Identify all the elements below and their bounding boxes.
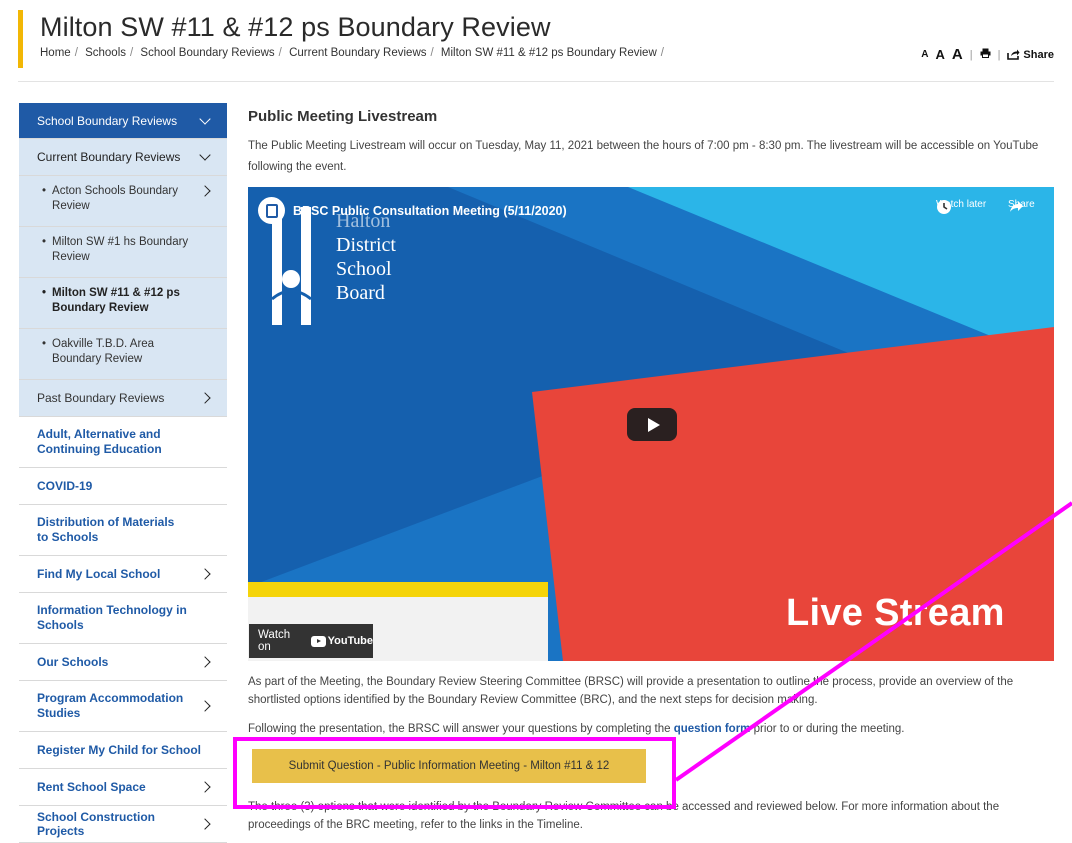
sidebar-item-label: Rent School Space bbox=[37, 780, 146, 794]
sidebar-item-adult-education[interactable]: Adult, Alternative and Continuing Educat… bbox=[19, 417, 227, 468]
question-form-link[interactable]: question form bbox=[674, 723, 751, 735]
breadcrumb-current-page[interactable]: Milton SW #11 & #12 ps Boundary Review bbox=[441, 47, 657, 59]
sidebar-item-label: Acton Schools Boundary Review bbox=[52, 185, 178, 212]
sidebar-item-label: School Boundary Reviews bbox=[37, 113, 178, 128]
live-stream-text: Live Stream bbox=[786, 592, 1005, 634]
breadcrumb-home[interactable]: Home bbox=[40, 47, 71, 59]
sidebar-item-label: Current Boundary Reviews bbox=[37, 150, 181, 164]
breadcrumb: Home / Schools / School Boundary Reviews / … bbox=[40, 47, 664, 59]
sidebar-item-oakville[interactable]: • Oakville T.B.D. Area Boundary Review bbox=[19, 329, 227, 380]
sidebar-nav: School Boundary Reviews Current Boundary… bbox=[19, 103, 227, 843]
section-title: Public Meeting Livestream bbox=[248, 108, 438, 125]
page-title: Milton SW #11 & #12 ps Boundary Review bbox=[40, 12, 551, 42]
share-label: Share bbox=[1023, 48, 1054, 61]
sidebar-item-label: Milton SW #11 & #12 ps Boundary Review bbox=[52, 287, 180, 314]
font-size-small-button[interactable]: A bbox=[921, 49, 928, 60]
sidebar-item-find-school[interactable]: Find My Local School bbox=[19, 556, 227, 593]
breadcrumb-schools[interactable]: Schools bbox=[85, 47, 126, 59]
chevron-right-icon bbox=[199, 781, 211, 793]
sidebar-item-covid[interactable]: COVID-19 bbox=[19, 468, 227, 505]
video-logo-text: Halton District School Board bbox=[336, 210, 396, 304]
sidebar-item-label: Oakville T.B.D. Area Boundary Review bbox=[52, 338, 155, 365]
sidebar-item-program-accommodation[interactable]: Program Accommodation Studies bbox=[19, 681, 227, 732]
chevron-right-icon bbox=[199, 568, 211, 580]
sidebar-item-distribution[interactable]: Distribution of Materials to Schools bbox=[19, 505, 227, 556]
sidebar-item-past-reviews[interactable]: Past Boundary Reviews bbox=[19, 380, 227, 417]
sidebar-item-label: Our Schools bbox=[37, 655, 109, 669]
channel-avatar[interactable] bbox=[258, 197, 285, 224]
sidebar-item-rent-space[interactable]: Rent School Space bbox=[19, 769, 227, 806]
page-header: Milton SW #11 & #12 ps Boundary Review H… bbox=[18, 10, 1054, 68]
sidebar-item-label: Past Boundary Reviews bbox=[37, 391, 165, 405]
sidebar-item-label: COVID-19 bbox=[37, 479, 93, 493]
sidebar-item-register-child[interactable]: Register My Child for School bbox=[19, 732, 227, 769]
presentation-paragraph: As part of the Meeting, the Boundary Rev… bbox=[248, 676, 1014, 706]
youtube-video-player[interactable]: Halton District School Board BRSC Public… bbox=[248, 187, 1054, 661]
divider: | bbox=[969, 48, 973, 61]
chevron-down-icon bbox=[199, 112, 211, 125]
sidebar-item-milton-sw11-12[interactable]: • Milton SW #11 & #12 ps Boundary Review bbox=[19, 278, 227, 329]
play-icon bbox=[647, 417, 660, 432]
sidebar-item-label: Adult, Alternative and Continuing Educat… bbox=[37, 427, 162, 456]
clock-icon bbox=[937, 200, 951, 214]
watch-on-label: Watch on bbox=[258, 629, 291, 653]
font-size-large-button[interactable]: A bbox=[952, 46, 963, 63]
chevron-right-icon bbox=[199, 185, 211, 197]
breadcrumb-boundary-reviews[interactable]: School Boundary Reviews bbox=[140, 47, 274, 59]
header-divider bbox=[18, 81, 1054, 82]
sidebar-item-label: Distribution of Materials to Schools bbox=[37, 515, 175, 544]
chevron-right-icon bbox=[199, 392, 211, 404]
watch-later-button[interactable]: Watch later bbox=[936, 199, 986, 214]
sidebar-item-label: Find My Local School bbox=[37, 567, 161, 581]
sidebar-item-label: School Construction Projects bbox=[37, 810, 155, 838]
sidebar-item-construction[interactable]: School Construction Projects bbox=[19, 806, 227, 843]
sidebar-item-label: Information Technology in Schools bbox=[37, 603, 187, 632]
font-size-medium-button[interactable]: A bbox=[935, 47, 944, 62]
sidebar-item-label: Register My Child for School bbox=[37, 743, 202, 757]
watch-on-youtube-button[interactable]: Watch on YouTube bbox=[249, 624, 373, 658]
breadcrumb-current-reviews[interactable]: Current Boundary Reviews bbox=[289, 47, 426, 59]
page-tools: A A A | | Share bbox=[921, 46, 1054, 63]
youtube-logo-icon: YouTube bbox=[310, 635, 373, 647]
intro-paragraph: The Public Meeting Livestream will occur… bbox=[248, 140, 1039, 173]
sidebar-item-milton-sw1[interactable]: • Milton SW #1 hs Boundary Review bbox=[19, 227, 227, 278]
sidebar-item-current-boundary-reviews[interactable]: Current Boundary Reviews bbox=[19, 139, 227, 176]
sidebar-item-our-schools[interactable]: Our Schools bbox=[19, 644, 227, 681]
sidebar-item-it-in-schools[interactable]: Information Technology in Schools bbox=[19, 593, 227, 644]
video-title[interactable]: BRSC Public Consultation Meeting (5/11/2… bbox=[293, 204, 567, 218]
chevron-right-icon bbox=[199, 700, 211, 712]
share-button[interactable]: Share bbox=[1007, 49, 1054, 61]
print-icon[interactable] bbox=[980, 48, 991, 61]
sidebar-item-label: Milton SW #1 hs Boundary Review bbox=[52, 236, 189, 263]
chevron-right-icon bbox=[199, 656, 211, 668]
main-content: Public Meeting Livestream The Public Mee… bbox=[248, 103, 1054, 834]
sidebar-item-school-boundary-reviews[interactable]: School Boundary Reviews bbox=[19, 103, 227, 139]
sidebar-item-label: Program Accommodation Studies bbox=[37, 691, 184, 720]
share-arrow-icon bbox=[1010, 201, 1023, 212]
highlight-box bbox=[233, 737, 676, 809]
video-share-button[interactable]: Share bbox=[1008, 199, 1035, 212]
divider: | bbox=[997, 48, 1001, 61]
share-icon bbox=[1007, 49, 1020, 60]
sidebar-item-acton[interactable]: • Acton Schools Boundary Review bbox=[19, 176, 227, 227]
chevron-down-icon bbox=[199, 149, 211, 161]
play-button[interactable] bbox=[627, 408, 677, 441]
